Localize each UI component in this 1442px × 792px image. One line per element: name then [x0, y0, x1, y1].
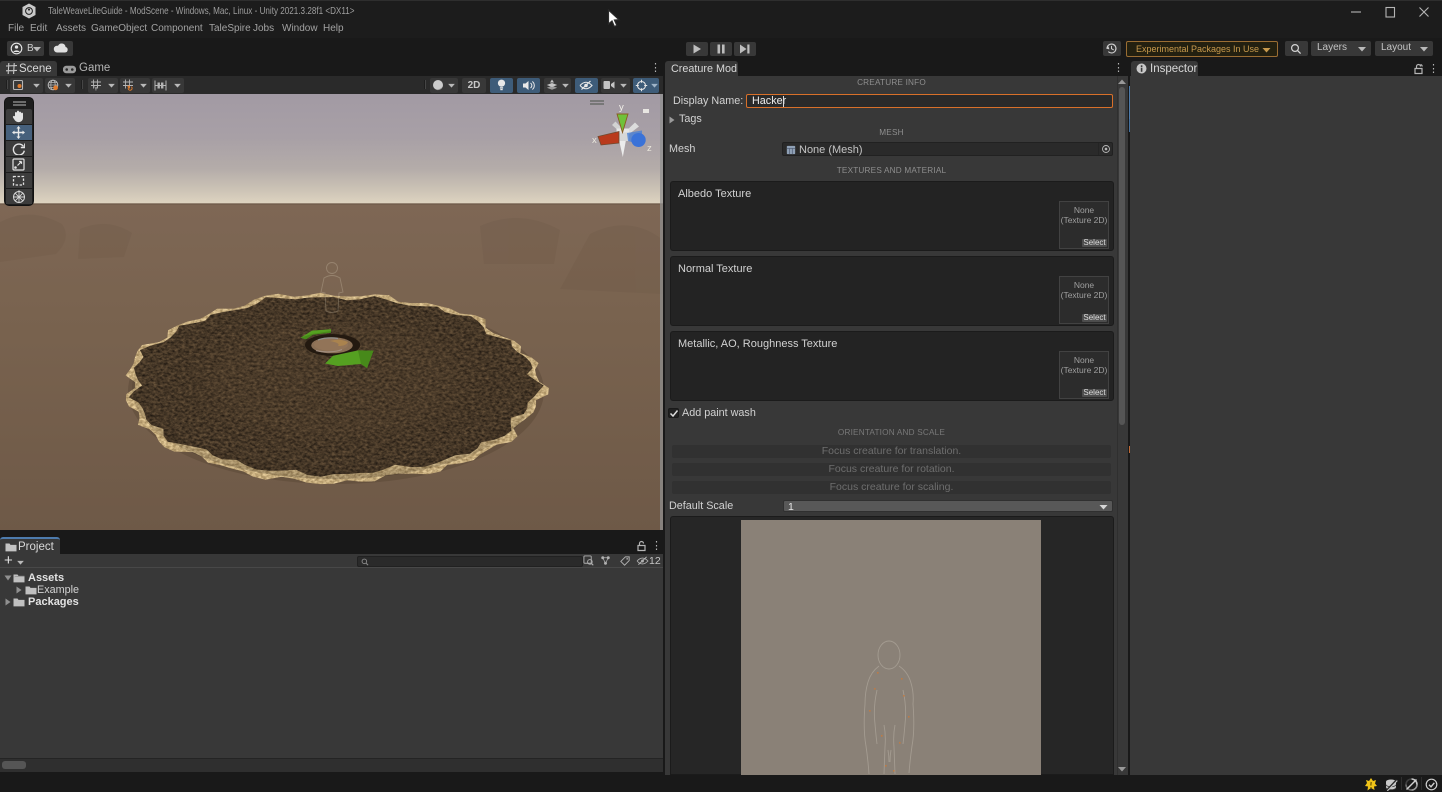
svg-text:z: z [647, 143, 652, 154]
svg-text:Y: Y [94, 87, 98, 92]
svg-text:↻: ↻ [127, 84, 134, 91]
svg-text:y: y [619, 102, 624, 113]
svg-text:x: x [592, 135, 597, 146]
